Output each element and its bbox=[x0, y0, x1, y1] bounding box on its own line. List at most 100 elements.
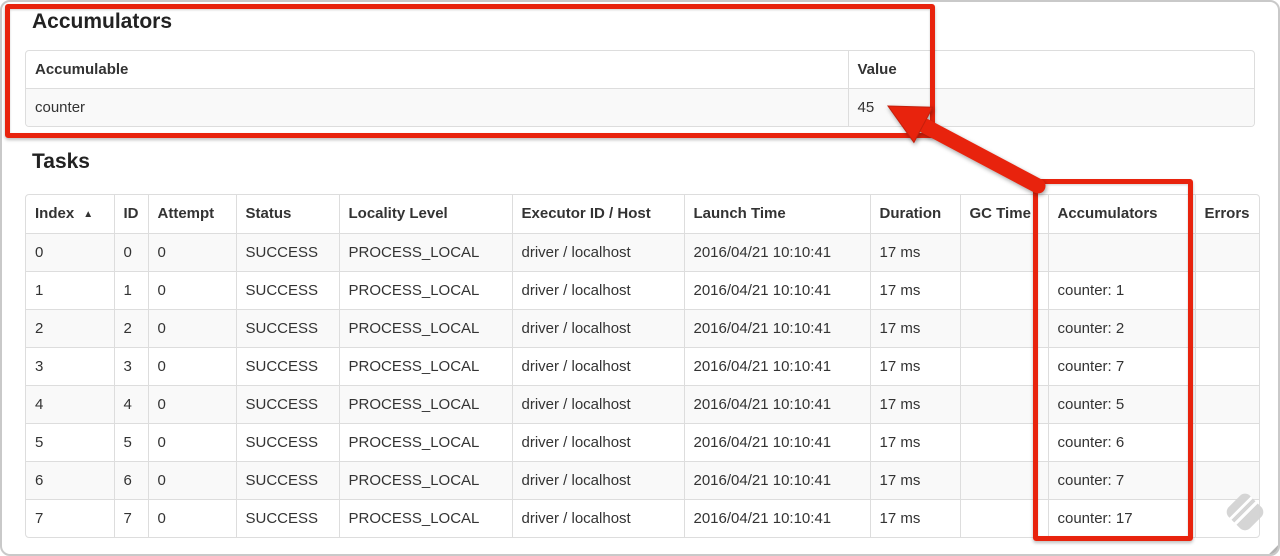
table-cell: 2 bbox=[113, 309, 148, 348]
table-cell: 2016/04/21 10:10:41 bbox=[683, 309, 870, 348]
table-cell bbox=[959, 385, 1048, 424]
table-cell: 17 ms bbox=[869, 461, 960, 500]
column-header-status[interactable]: Status bbox=[235, 195, 339, 234]
table-row: 2 2 0 SUCCESS PROCESS_LOCAL driver / localhos… bbox=[26, 309, 1259, 348]
column-header-duration[interactable]: Duration bbox=[869, 195, 960, 234]
column-header-locality-level[interactable]: Locality Level bbox=[338, 195, 512, 234]
table-cell: 5 bbox=[26, 423, 114, 462]
table-cell: 5 bbox=[113, 423, 148, 462]
table-cell: driver / localhost bbox=[511, 385, 684, 424]
accumulable-name-cell: counter bbox=[26, 88, 848, 126]
table-cell: SUCCESS bbox=[235, 423, 339, 462]
table-cell: counter: 17 bbox=[1047, 499, 1195, 537]
table-cell: SUCCESS bbox=[235, 385, 339, 424]
table-cell bbox=[959, 309, 1048, 348]
table-cell: 0 bbox=[147, 271, 236, 310]
table-cell: 17 ms bbox=[869, 309, 960, 348]
column-header-errors[interactable]: Errors bbox=[1194, 195, 1259, 234]
table-cell: PROCESS_LOCAL bbox=[338, 499, 512, 537]
table-cell: PROCESS_LOCAL bbox=[338, 233, 512, 272]
table-cell: counter: 2 bbox=[1047, 309, 1195, 348]
table-cell bbox=[1194, 385, 1259, 424]
table-row: 7 7 0 SUCCESS PROCESS_LOCAL driver / localhos… bbox=[26, 499, 1259, 537]
column-header-id[interactable]: ID bbox=[113, 195, 148, 234]
table-cell: counter: 5 bbox=[1047, 385, 1195, 424]
table-cell: 0 bbox=[147, 233, 236, 272]
table-cell bbox=[1194, 347, 1259, 386]
table-cell: 2016/04/21 10:10:41 bbox=[683, 423, 870, 462]
table-cell: 4 bbox=[26, 385, 114, 424]
table-cell bbox=[959, 271, 1048, 310]
tasks-table: Index ▲ ID Attempt Status Locality Level … bbox=[25, 194, 1260, 538]
table-cell: driver / localhost bbox=[511, 233, 684, 272]
column-header-gc-time[interactable]: GC Time bbox=[959, 195, 1048, 234]
table-cell bbox=[1194, 461, 1259, 500]
table-cell: driver / localhost bbox=[511, 271, 684, 310]
table-cell: 0 bbox=[26, 233, 114, 272]
table-cell: 4 bbox=[113, 385, 148, 424]
table-cell bbox=[959, 499, 1048, 537]
table-cell: 17 ms bbox=[869, 271, 960, 310]
table-cell bbox=[1194, 423, 1259, 462]
column-header-index-label: Index bbox=[35, 205, 75, 222]
table-cell bbox=[959, 461, 1048, 500]
table-cell: 0 bbox=[147, 499, 236, 537]
table-row: 5 5 0 SUCCESS PROCESS_LOCAL driver / localhos… bbox=[26, 423, 1259, 462]
column-header-launch-time[interactable]: Launch Time bbox=[683, 195, 870, 234]
table-cell: 0 bbox=[147, 423, 236, 462]
table-cell: SUCCESS bbox=[235, 309, 339, 348]
table-cell: driver / localhost bbox=[511, 461, 684, 500]
table-cell bbox=[959, 233, 1048, 272]
table-cell: SUCCESS bbox=[235, 233, 339, 272]
table-cell: 0 bbox=[147, 347, 236, 386]
accumulable-column-header: Accumulable bbox=[35, 61, 129, 78]
table-cell: 17 ms bbox=[869, 499, 960, 537]
table-cell: 3 bbox=[113, 347, 148, 386]
value-column-header: Value bbox=[847, 51, 1254, 89]
table-cell: counter: 1 bbox=[1047, 271, 1195, 310]
table-cell bbox=[1194, 309, 1259, 348]
table-cell: PROCESS_LOCAL bbox=[338, 309, 512, 348]
table-row: 1 1 0 SUCCESS PROCESS_LOCAL driver / localhos… bbox=[26, 271, 1259, 310]
column-header-accumulators[interactable]: Accumulators bbox=[1047, 195, 1195, 234]
table-cell: 17 ms bbox=[869, 385, 960, 424]
table-cell: 0 bbox=[147, 461, 236, 500]
table-cell: SUCCESS bbox=[235, 499, 339, 537]
table-cell: 2016/04/21 10:10:41 bbox=[683, 233, 870, 272]
table-cell bbox=[1194, 271, 1259, 310]
table-cell: 7 bbox=[113, 499, 148, 537]
table-cell: 1 bbox=[26, 271, 114, 310]
table-cell: 17 ms bbox=[869, 347, 960, 386]
table-cell: PROCESS_LOCAL bbox=[338, 461, 512, 500]
table-row: 4 4 0 SUCCESS PROCESS_LOCAL driver / localhos… bbox=[26, 385, 1259, 424]
table-cell: 2016/04/21 10:10:41 bbox=[683, 347, 870, 386]
table-cell: 2016/04/21 10:10:41 bbox=[683, 499, 870, 537]
table-cell: SUCCESS bbox=[235, 271, 339, 310]
spark-stage-detail-page: Accumulators Accumulable Value counter 4… bbox=[0, 0, 1280, 556]
table-cell: 2016/04/21 10:10:41 bbox=[683, 385, 870, 424]
column-header-executor-id-host[interactable]: Executor ID / Host bbox=[511, 195, 684, 234]
column-header-attempt[interactable]: Attempt bbox=[147, 195, 236, 234]
table-cell: 2 bbox=[26, 309, 114, 348]
table-cell bbox=[1194, 233, 1259, 272]
table-cell: driver / localhost bbox=[511, 423, 684, 462]
table-cell: 6 bbox=[113, 461, 148, 500]
table-cell: PROCESS_LOCAL bbox=[338, 271, 512, 310]
table-cell: 6 bbox=[26, 461, 114, 500]
table-cell: SUCCESS bbox=[235, 347, 339, 386]
table-cell: 7 bbox=[26, 499, 114, 537]
table-cell: 17 ms bbox=[869, 233, 960, 272]
table-cell: 17 ms bbox=[869, 423, 960, 462]
table-row: 0 0 0 SUCCESS PROCESS_LOCAL driver / localhos… bbox=[26, 233, 1259, 272]
table-cell: 1 bbox=[113, 271, 148, 310]
table-cell bbox=[1047, 233, 1195, 272]
table-cell: counter: 6 bbox=[1047, 423, 1195, 462]
tasks-section-title: Tasks bbox=[32, 150, 90, 173]
table-cell: counter: 7 bbox=[1047, 461, 1195, 500]
table-cell: driver / localhost bbox=[511, 309, 684, 348]
column-header-index[interactable]: Index ▲ bbox=[26, 195, 114, 234]
table-cell: PROCESS_LOCAL bbox=[338, 385, 512, 424]
accumulators-section-title: Accumulators bbox=[32, 10, 173, 33]
table-row: 3 3 0 SUCCESS PROCESS_LOCAL driver / localhos… bbox=[26, 347, 1259, 386]
accumulable-value-cell: 45 bbox=[847, 88, 1254, 126]
